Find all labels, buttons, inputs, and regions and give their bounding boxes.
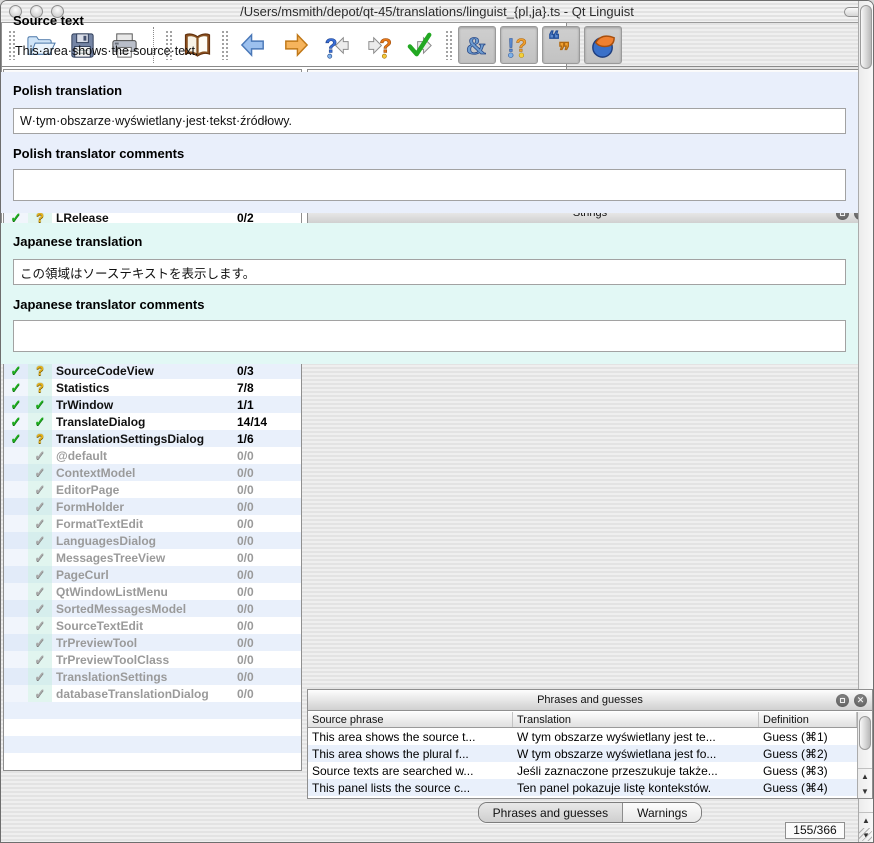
- phrase-definition: Guess (⌘1): [759, 730, 857, 744]
- phrase-row[interactable]: Source texts are searched w...Jeśli zazn…: [308, 762, 857, 779]
- phrase-translation: Jeśli zaznaczone przeszukuje także...: [513, 764, 759, 778]
- resize-grip-icon[interactable]: [859, 828, 872, 841]
- phrases-panel-titlebar[interactable]: Phrases and guesses ✕: [308, 690, 872, 711]
- phrase-translation: W tym obszarze wyświetlana jest fo...: [513, 747, 759, 761]
- source-text-value: This·area·shows·the·source·text.: [1, 28, 858, 72]
- phrase-source: This area shows the plural f...: [308, 747, 513, 761]
- phrases-table: This area shows the source t...W tym obs…: [308, 728, 857, 798]
- phrase-translation: W tym obszarze wyświetlany jest te...: [513, 730, 759, 744]
- polish-translation-label: Polish translation: [13, 83, 122, 98]
- polish-comments-label: Polish translator comments: [13, 146, 846, 161]
- phrase-row[interactable]: This panel lists the source c...Ten pane…: [308, 779, 857, 796]
- phrases-panel: Phrases and guesses ✕ Source phraseTrans…: [307, 689, 873, 799]
- phrase-source: This panel lists the source c...: [308, 781, 513, 795]
- phrase-definition: Guess (⌘4): [759, 781, 857, 795]
- polish-comments-input[interactable]: [13, 169, 846, 201]
- phrases-panel-title: Phrases and guesses: [537, 694, 643, 706]
- phrases-scrollbar[interactable]: ▲▼: [857, 712, 872, 798]
- scroll-down-icon[interactable]: ▼: [858, 784, 872, 799]
- header-definition-column[interactable]: Definition: [759, 712, 857, 727]
- phrase-row[interactable]: This area shows the source t...W tym obs…: [308, 728, 857, 745]
- float-panel-icon[interactable]: [836, 694, 849, 707]
- phrase-definition: Guess (⌘2): [759, 747, 857, 761]
- scrollbar-thumb[interactable]: [860, 5, 872, 69]
- scrollbar-thumb[interactable]: [859, 716, 871, 750]
- phrase-source: This area shows the source t...: [308, 730, 513, 744]
- phrase-source: Source texts are searched w...: [308, 764, 513, 778]
- source-text-label: Source text: [1, 1, 858, 28]
- header-source-phrase-column[interactable]: Source phrase: [308, 712, 513, 727]
- translation-editor: Source text This·area·shows·the·source·t…: [1, 1, 567, 353]
- phrase-translation: Ten panel pokazuje listę kontekstów.: [513, 781, 759, 795]
- progress-counter: 155/366: [785, 822, 845, 839]
- phrases-table-header[interactable]: Source phraseTranslationDefinition: [308, 712, 857, 728]
- header-translation-column[interactable]: Translation: [513, 712, 759, 727]
- phrase-definition: Guess (⌘3): [759, 764, 857, 778]
- japanese-comments-input[interactable]: [13, 320, 846, 352]
- japanese-translation-label: Japanese translation: [13, 234, 142, 249]
- japanese-section: Japanese translation Japanese translator…: [1, 223, 858, 364]
- japanese-comments-label: Japanese translator comments: [13, 297, 846, 312]
- phrase-row[interactable]: This area shows the plural f...W tym obs…: [308, 745, 857, 762]
- statusbar: 155/366: [1, 820, 873, 842]
- polish-section: Polish translation Polish translator com…: [1, 72, 858, 213]
- polish-translation-input[interactable]: [13, 108, 846, 134]
- close-panel-icon[interactable]: ✕: [854, 694, 867, 707]
- japanese-translation-input[interactable]: [13, 259, 846, 285]
- qt-linguist-window: /Users/msmith/depot/qt-45/translations/l…: [0, 0, 874, 843]
- scroll-up-icon[interactable]: ▲: [858, 769, 872, 784]
